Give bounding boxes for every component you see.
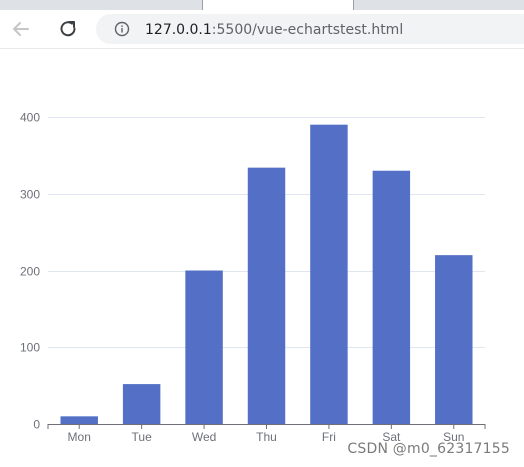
bar-fri[interactable] <box>310 124 348 425</box>
x-tick-label: Fri <box>322 430 336 444</box>
browser-tab[interactable] <box>203 0 353 10</box>
url-host: 127.0.0.1 <box>145 22 212 38</box>
bar-wed[interactable] <box>185 270 223 425</box>
x-tick-label: Mon <box>68 430 91 444</box>
bar-sun[interactable] <box>435 255 473 424</box>
watermark-text: CSDN @m0_62317155 <box>347 441 510 457</box>
browser-tab[interactable] <box>353 0 494 10</box>
bar-tue[interactable] <box>122 384 161 424</box>
x-tick-label: Tue <box>132 430 153 444</box>
url-path: :5500/vue-echartstest.html <box>211 22 404 38</box>
y-tick-label: 200 <box>20 265 40 279</box>
browser-tab[interactable] <box>0 0 61 10</box>
site-info-icon[interactable] <box>114 21 130 37</box>
x-tick-label: Thu <box>256 430 277 444</box>
bar-mon[interactable] <box>60 416 98 424</box>
y-tick-label: 100 <box>20 341 40 355</box>
page-content: 0 100 200 300 400 Mon Tue Wed Thu Fri Sat Sun CSDN … <box>0 49 524 467</box>
back-button[interactable] <box>8 16 34 42</box>
y-tick-label: 0 <box>33 418 40 432</box>
browser-tab[interactable] <box>60 0 203 10</box>
bar-sat[interactable] <box>372 170 411 424</box>
browser-toolbar: 127.0.0.1:5500/vue-echartstest.html <box>0 10 524 49</box>
browser-tab-strip <box>0 0 524 10</box>
url-text[interactable]: 127.0.0.1:5500/vue-echartstest.html <box>145 22 403 38</box>
bar-chart: 0100200300400Mon Tue Wed Thu Fri Sat Sun <box>20 111 486 444</box>
y-tick-label: 400 <box>20 111 40 125</box>
y-tick-label: 300 <box>20 188 40 202</box>
reload-icon <box>60 21 76 37</box>
x-tick-label: Wed <box>192 430 216 444</box>
bar-thu[interactable] <box>247 167 286 424</box>
back-arrow-icon <box>13 22 29 36</box>
reload-button[interactable] <box>55 16 81 42</box>
